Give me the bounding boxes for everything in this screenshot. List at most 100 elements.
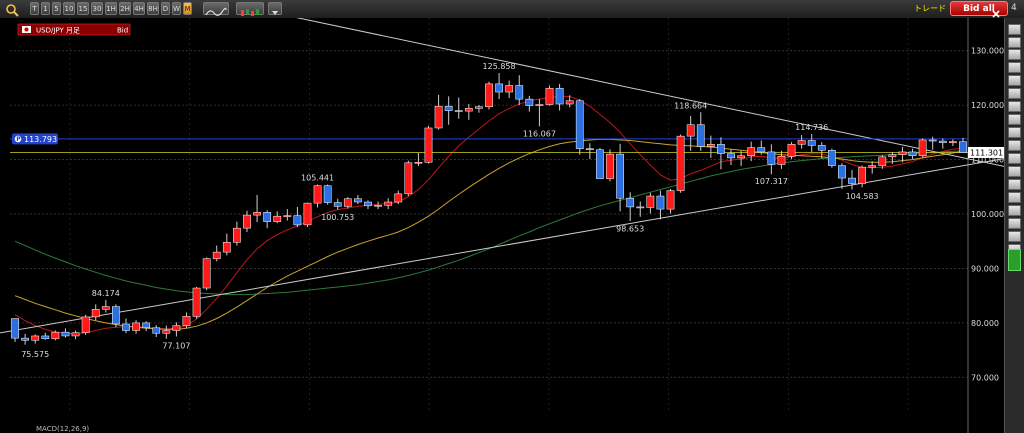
fib-tool-icon[interactable] [1008, 101, 1021, 112]
timeframe-1[interactable]: 1 [41, 2, 50, 15]
candle-body [666, 190, 675, 210]
toolbar: T 1 5 10 15 30 1H 2H 4H 8H D W M トレード Bid all 4 [0, 0, 1024, 32]
timeframe-d[interactable]: D [161, 2, 170, 15]
symbol-badge[interactable]: USD/JPY 月足 Bid [17, 23, 131, 36]
candle-body [454, 110, 463, 112]
candle-body [585, 148, 594, 151]
pen-tool-icon[interactable] [1008, 166, 1021, 177]
vline-tool-icon[interactable] [1008, 75, 1021, 86]
arrow-tool-icon[interactable] [1008, 114, 1021, 125]
ray-tool-icon[interactable] [1008, 127, 1021, 138]
candle-chart-icon[interactable] [236, 2, 264, 16]
candle-body [888, 154, 897, 158]
candle-body [464, 108, 473, 112]
candle-body [202, 258, 211, 289]
candle-body [948, 141, 957, 143]
timeframe-2h[interactable]: 2H [119, 2, 131, 15]
timeframe-30[interactable]: 30 [91, 2, 103, 15]
candle-body [343, 198, 352, 207]
current-price-badge: P 113.793 [12, 133, 58, 145]
candle-body [616, 153, 624, 199]
candle-body [676, 135, 685, 191]
candle-body [31, 335, 40, 341]
candle-body [606, 153, 614, 179]
candle-body [364, 201, 372, 207]
candle-body [848, 177, 856, 184]
candle-body [827, 150, 836, 166]
candle-body [838, 165, 846, 179]
close-icon[interactable] [991, 4, 1001, 18]
candle-body [555, 87, 564, 105]
hline-tool-icon[interactable] [1008, 62, 1021, 73]
candle-body [333, 202, 342, 207]
candle-body [938, 140, 947, 143]
timeframe-m[interactable]: M [183, 2, 192, 15]
price-side-label: Bid [117, 27, 128, 35]
timeframe-w[interactable]: W [172, 2, 181, 15]
y-tick-label: 100.000 [971, 210, 1004, 219]
green-toggle-icon[interactable] [1008, 249, 1021, 271]
list-tool-icon[interactable] [1008, 192, 1021, 203]
timeframe-5[interactable]: 5 [52, 2, 61, 15]
props-tool-icon[interactable] [1008, 231, 1021, 242]
candle-body [656, 195, 665, 210]
trend-label: トレード [914, 4, 946, 13]
y-tick-label: 120.000 [971, 101, 1004, 110]
candle-body [545, 87, 554, 105]
candle-body [757, 147, 766, 153]
cursor-tool-icon[interactable] [1008, 24, 1021, 35]
candle-body [162, 330, 171, 334]
rect-tool-icon[interactable] [1008, 140, 1021, 151]
grid-tool-icon[interactable] [1008, 218, 1021, 229]
candle-body [717, 144, 725, 154]
last-price-badge: 111.301 [968, 146, 1004, 158]
candle-body [727, 153, 735, 159]
candle-body [404, 162, 413, 195]
candle-body [565, 100, 574, 105]
candle-body [81, 316, 90, 333]
timeframe-t[interactable]: T [30, 2, 39, 15]
text-tool-icon[interactable] [1008, 37, 1021, 48]
candle-body [354, 198, 362, 203]
timeframe-1h[interactable]: 1H [105, 2, 117, 15]
candle-body [918, 139, 927, 156]
side-number: 4 [1011, 3, 1017, 13]
candle-body [646, 195, 655, 208]
candle-body [41, 335, 50, 339]
candle-body [696, 124, 705, 147]
candle-body [898, 151, 907, 155]
line-tool-icon[interactable] [1008, 49, 1021, 60]
candle-body [182, 316, 191, 326]
ellipse-tool-icon[interactable] [1008, 153, 1021, 164]
candle-body [777, 156, 786, 165]
candle-body [636, 206, 645, 209]
candle-body [737, 155, 745, 159]
line-chart-icon[interactable] [203, 2, 229, 16]
candle-body [878, 156, 887, 166]
symbol-label: USD/JPY 月足 [36, 27, 80, 35]
candle-body [485, 83, 493, 107]
candle-body [263, 212, 272, 222]
candle-body [424, 127, 433, 163]
timeframe-4h[interactable]: 4H [133, 2, 145, 15]
magnifier-icon[interactable] [6, 2, 20, 17]
timeframe-15[interactable]: 15 [77, 2, 89, 15]
table-tool-icon[interactable] [1008, 205, 1021, 216]
candle-body [505, 85, 514, 93]
y-tick-label: 80.000 [971, 319, 999, 328]
candle-body [21, 337, 30, 341]
timeframe-10[interactable]: 10 [63, 2, 75, 15]
candle-body [51, 331, 60, 339]
y-tick-label: 70.000 [971, 373, 999, 382]
p-icon: P [16, 136, 21, 143]
erase-tool-icon[interactable] [1008, 179, 1021, 190]
dropdown-arrow-icon[interactable] [268, 2, 282, 15]
candle-body [787, 144, 796, 157]
channel-tool-icon[interactable] [1008, 88, 1021, 99]
candle-body [313, 185, 322, 204]
candle-body [283, 215, 292, 217]
drawing-tools-panel [1004, 18, 1024, 433]
candle-body [414, 162, 423, 164]
timeframe-8h[interactable]: 8H [147, 2, 159, 15]
price-annotation: 77.107 [162, 342, 190, 351]
